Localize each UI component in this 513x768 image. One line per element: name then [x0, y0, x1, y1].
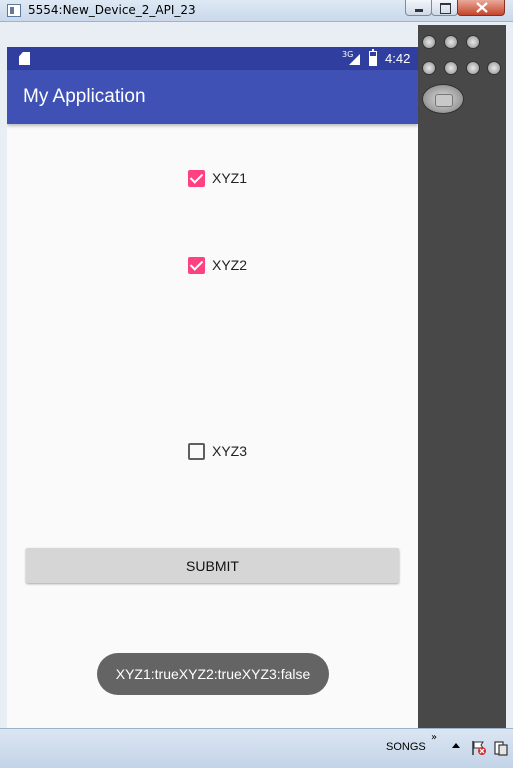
toast-message: XYZ1:trueXYZ2:trueXYZ3:false	[97, 653, 329, 695]
device-screen: 3G 4:42 My Application XYZ1 XYZ2 XYZ3 SU…	[7, 47, 418, 752]
signal-icon	[349, 54, 360, 65]
back-hw-button[interactable]	[466, 61, 480, 75]
battery-icon	[369, 49, 377, 66]
checkbox-xyz2[interactable]: XYZ2	[188, 255, 247, 275]
checkbox-xyz1[interactable]: XYZ1	[188, 168, 247, 188]
windows-taskbar: SONGS »	[0, 728, 513, 768]
close-icon	[476, 2, 488, 13]
app-title: My Application	[23, 86, 146, 107]
minimize-button[interactable]	[405, 0, 432, 16]
window-app-icon	[7, 4, 21, 17]
volume-up-button[interactable]	[444, 35, 458, 49]
home-hw-button[interactable]	[422, 61, 436, 75]
app-toolbar: My Application	[7, 70, 418, 124]
checkbox-label: XYZ3	[212, 443, 248, 459]
tray-songs-label[interactable]: SONGS	[386, 741, 426, 753]
window-title-bar: 5554:New_Device_2_API_23	[0, 0, 513, 22]
status-bar: 3G 4:42	[7, 47, 418, 70]
checkbox-unchecked-icon[interactable]	[188, 442, 205, 460]
maximize-button[interactable]	[431, 0, 458, 16]
submit-button[interactable]: SUBMIT	[26, 548, 399, 583]
dpad-control[interactable]	[422, 84, 464, 114]
main-content: XYZ1 XYZ2 XYZ3 SUBMIT XYZ1:trueXYZ2:true…	[7, 124, 418, 752]
checkbox-xyz3[interactable]: XYZ3	[188, 441, 247, 461]
tray-chevron-icon[interactable]: »	[431, 732, 437, 743]
emulator-frame: 3G 4:42 My Application XYZ1 XYZ2 XYZ3 SU…	[0, 22, 513, 752]
volume-down-button[interactable]	[422, 35, 436, 49]
sd-card-icon	[19, 52, 30, 65]
checkbox-checked-icon[interactable]	[188, 256, 205, 274]
device-icon[interactable]	[494, 740, 508, 756]
window-title: 5554:New_Device_2_API_23	[28, 3, 196, 17]
checkbox-checked-icon[interactable]	[188, 169, 205, 187]
search-hw-button[interactable]	[487, 61, 501, 75]
menu-hw-button[interactable]	[444, 61, 458, 75]
power-button[interactable]	[466, 35, 480, 49]
checkbox-label: XYZ1	[212, 170, 248, 186]
flag-icon[interactable]	[471, 740, 487, 756]
emulator-control-panel	[418, 25, 506, 728]
close-button[interactable]	[457, 0, 505, 16]
show-hidden-icons-icon[interactable]	[452, 743, 460, 748]
status-clock: 4:42	[385, 51, 411, 66]
checkbox-label: XYZ2	[212, 257, 248, 273]
